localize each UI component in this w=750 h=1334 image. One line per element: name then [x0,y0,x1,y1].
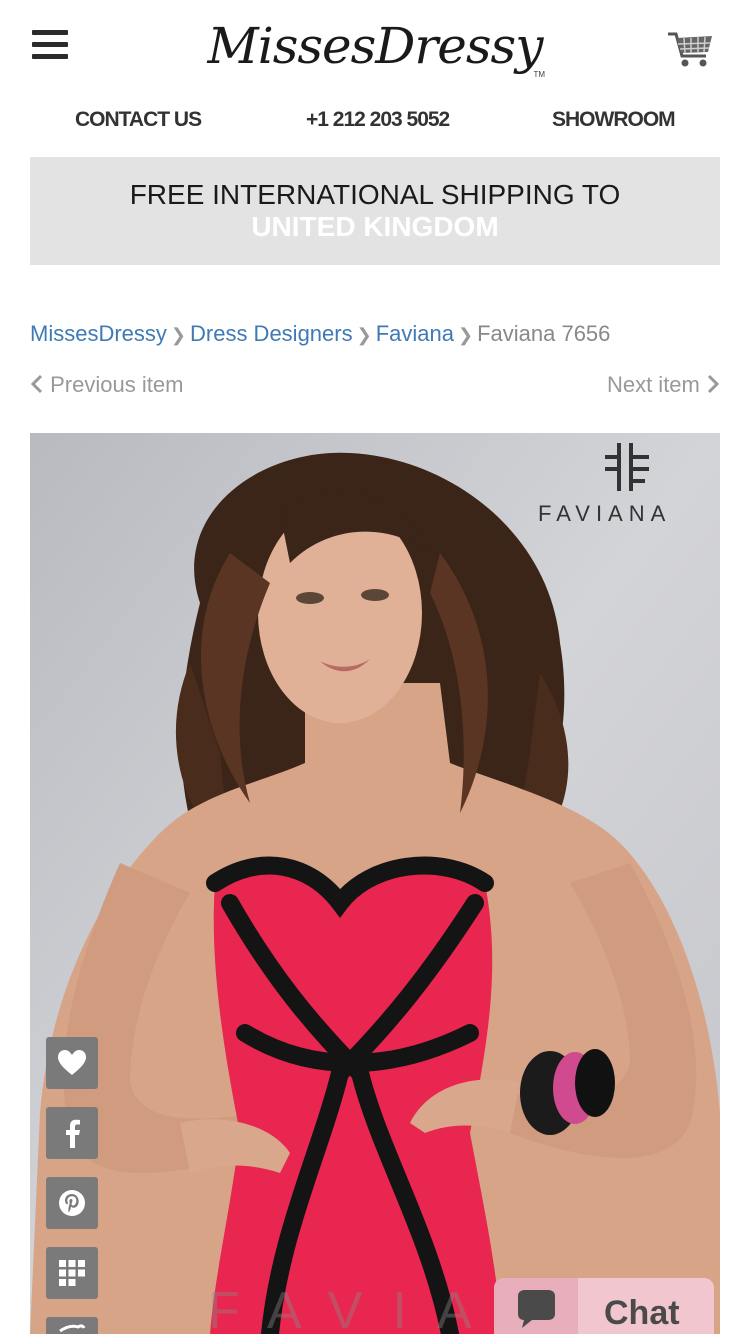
facebook-icon [66,1119,80,1148]
next-item-label: Next item [606,372,700,397]
phone-link[interactable]: +1 212 203 5052 [306,108,450,132]
chat-bubble-icon [518,1290,555,1328]
more-share-button[interactable] [46,1247,98,1299]
banner-line1: FREE INTERNATIONAL SHIPPING TO [129,179,621,210]
top-nav: CONTACT US +1 212 203 5052 SHOWROOM [0,100,750,144]
favorite-button[interactable] [46,1037,98,1089]
chevron-right-icon: ❯ [356,325,372,345]
next-item-link[interactable]: Next item [607,372,720,398]
previous-item-link[interactable]: Previous item [30,372,183,398]
twitter-icon [59,1323,86,1332]
chevron-right-icon [707,374,720,394]
chevron-right-icon: ❯ [457,325,474,345]
showroom-link[interactable]: SHOWROOM [552,108,676,132]
breadcrumb-home[interactable]: MissesDressy [30,321,167,346]
brand-label: FAVIANA [538,501,671,526]
menu-icon[interactable] [32,30,68,62]
chat-label: Chat [604,1294,680,1332]
site-logo[interactable]: MissesDressy TM [195,10,555,85]
breadcrumb: MissesDressy ❯ Dress Designers ❯ Faviana ❯ Fav… [30,321,610,347]
breadcrumb-designers[interactable]: Dress Designers [190,321,353,346]
share-facebook-button[interactable] [46,1107,98,1159]
chat-button[interactable]: Chat [494,1278,714,1334]
logo-trademark: TM [533,70,545,79]
pinterest-icon [59,1190,85,1216]
model-photo: FAVIANA FAVIANA [30,433,720,1334]
contact-us-link[interactable]: CONTACT US [75,108,202,132]
heart-icon [58,1050,86,1075]
cart-icon[interactable] [666,28,716,70]
chevron-right-icon: ❯ [170,325,186,345]
previous-item-label: Previous item [50,372,184,397]
banner-country: UNITED KINGDOM [251,211,499,242]
chevron-left-icon [30,374,43,394]
logo-text: MissesDressy [207,17,544,75]
share-pinterest-button[interactable] [46,1177,98,1229]
product-image[interactable]: FAVIANA FAVIANA [30,433,720,1334]
site-header: MissesDressy TM [0,0,750,95]
grid-icon [59,1260,85,1286]
breadcrumb-current: Faviana 7656 [477,321,611,346]
share-twitter-button[interactable] [46,1317,98,1334]
shipping-banner: FREE INTERNATIONAL SHIPPING TO UNITED KI… [30,157,720,265]
breadcrumb-faviana[interactable]: Faviana [376,321,454,346]
